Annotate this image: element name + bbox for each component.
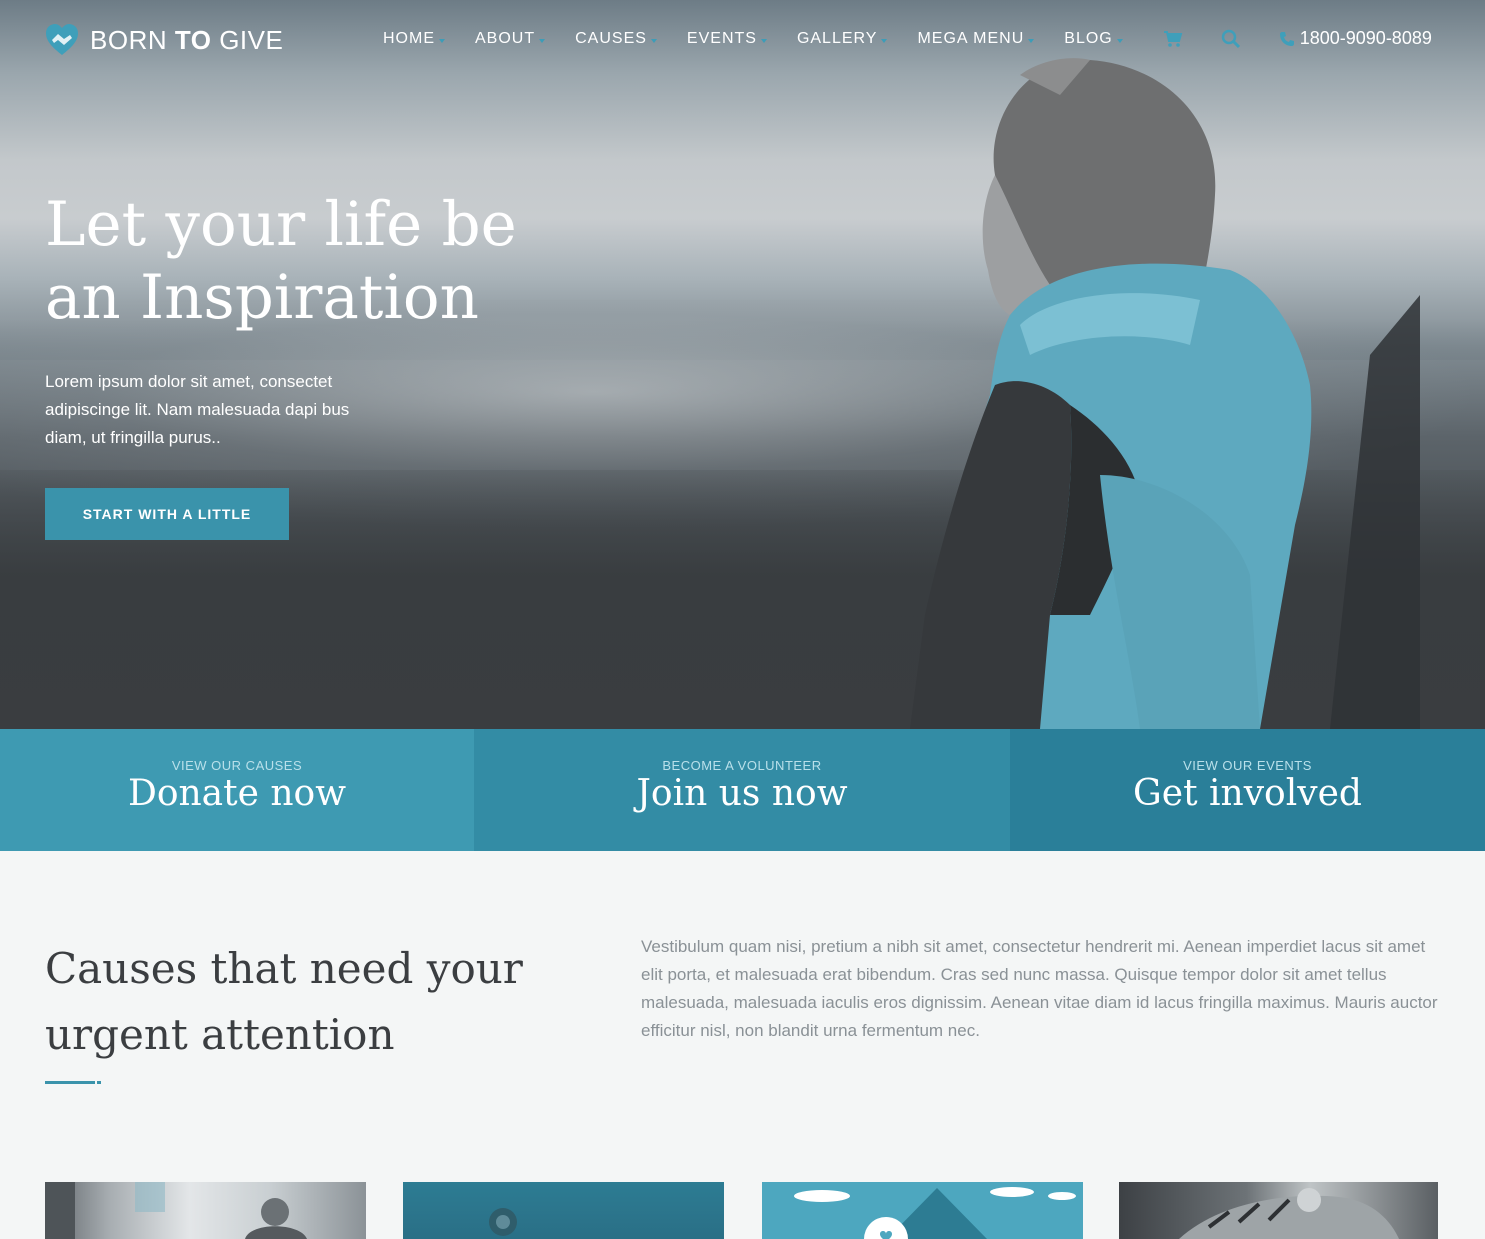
hero-description: Lorem ipsum dolor sit amet, consectet ad… [45, 372, 350, 447]
causes-description: Vestibulum quam nisi, pretium a nibh sit… [641, 937, 1438, 1040]
navbar: BORN TO GIVE HOME ABOUT CAUSES EVENTS GA… [0, 0, 1485, 82]
cause-photo-tiger [1179, 1188, 1399, 1239]
chevron-down-icon [1028, 38, 1035, 43]
cta-title: Donate now [127, 773, 347, 814]
cause-photo-people [45, 1182, 307, 1239]
cart-button[interactable] [1163, 30, 1183, 48]
heading-accent-line [45, 1081, 95, 1084]
cart-icon [1163, 30, 1183, 47]
nav-item-home[interactable]: HOME [383, 30, 445, 48]
phone-number: 1800-9090-8089 [1299, 28, 1432, 48]
nav-item-events[interactable]: EVENTS [687, 30, 767, 48]
search-button[interactable] [1221, 29, 1241, 49]
hero-title: Let your life be an Inspiration [45, 189, 517, 333]
cta-subtitle: BECOME A VOLUNTEER [662, 758, 822, 773]
cta-events[interactable]: VIEW OUR EVENTS Get involved [1010, 729, 1485, 851]
cause-card-image-4[interactable] [1119, 1182, 1438, 1239]
cta-donate[interactable]: VIEW OUR CAUSES Donate now [0, 729, 474, 851]
cta-title: Get involved [1133, 773, 1362, 814]
chevron-down-icon [650, 38, 657, 43]
nav-item-blog[interactable]: BLOG [1064, 30, 1123, 48]
chevron-down-icon [881, 38, 888, 43]
main-menu: HOME ABOUT CAUSES EVENTS GALLERY MEGA ME… [383, 28, 1432, 49]
cause-card-image-1[interactable] [45, 1182, 366, 1239]
cause-photo-child [489, 1208, 517, 1236]
logo-text: BORN TO GIVE [90, 24, 284, 55]
heading-accent-dot [97, 1081, 101, 1084]
cause-illustration-mountain [794, 1187, 1076, 1239]
chevron-down-icon [539, 38, 546, 43]
hero-section [0, 0, 1485, 729]
cta-volunteer[interactable]: BECOME A VOLUNTEER Join us now [474, 729, 1010, 851]
chevron-down-icon [760, 38, 767, 43]
hero-person-image [910, 58, 1420, 729]
cta-subtitle: VIEW OUR EVENTS [1183, 758, 1312, 773]
chevron-down-icon [1116, 38, 1123, 43]
start-with-a-little-button[interactable]: START WITH A LITTLE [45, 488, 289, 540]
nav-item-mega-menu[interactable]: MEGA MENU [917, 30, 1035, 48]
search-icon [1221, 29, 1240, 48]
heart-hands-icon [46, 24, 78, 55]
phone-icon [1279, 31, 1294, 46]
chevron-down-icon [439, 38, 445, 43]
cause-card-image-3[interactable] [762, 1182, 1083, 1239]
causes-heading: Causes that need your urgent attention [45, 944, 523, 1059]
cause-card-image-2[interactable] [403, 1182, 724, 1239]
nav-item-gallery[interactable]: GALLERY [797, 30, 888, 48]
cta-subtitle: VIEW OUR CAUSES [171, 758, 303, 773]
cta-title: Join us now [636, 773, 848, 814]
phone-contact[interactable]: 1800-9090-8089 [1279, 28, 1432, 49]
nav-item-about[interactable]: ABOUT [475, 30, 546, 48]
nav-item-causes[interactable]: CAUSES [575, 30, 657, 48]
logo[interactable]: BORN TO GIVE [44, 22, 283, 58]
